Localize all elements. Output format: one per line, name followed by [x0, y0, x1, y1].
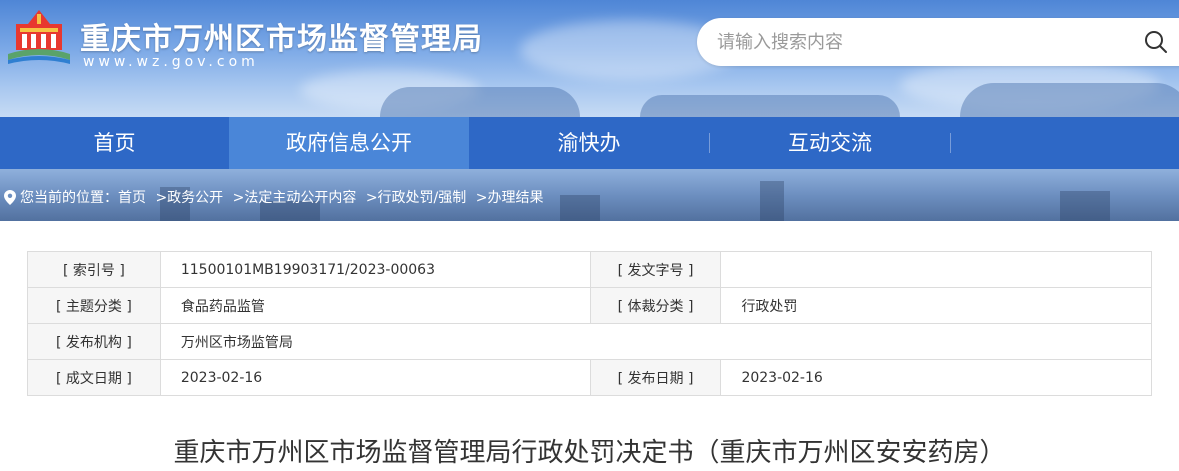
breadcrumb-penalty-enforcement[interactable]: >行政处罚/强制	[366, 187, 466, 207]
breadcrumb: 您当前的位置： 首页 >政务公开 >法定主动公开内容 >行政处罚/强制 >办理结…	[4, 187, 543, 207]
location-pin-icon	[4, 189, 16, 205]
written-date-label: [ 成文日期 ]	[27, 359, 161, 396]
breadcrumb-home[interactable]: 首页	[118, 187, 146, 207]
doc-no-value	[720, 251, 1152, 288]
article-title: 重庆市万州区市场监督管理局行政处罚决定书（重庆市万州区安安药房）	[173, 438, 1006, 468]
site-title[interactable]: 重庆市万州区市场监督管理局	[80, 14, 483, 58]
breadcrumb-gap	[359, 189, 363, 205]
breadcrumb-statutory-disclosure[interactable]: >法定主动公开内容	[233, 187, 357, 207]
search-box	[697, 18, 1179, 66]
nav-item-yukuaiban[interactable]: 渝快办	[469, 117, 709, 169]
index-no-label: [ 索引号 ]	[27, 251, 161, 288]
breadcrumb-gap	[149, 189, 153, 205]
table-row: [ 主题分类 ] 食品药品监管 [ 体裁分类 ] 行政处罚	[27, 287, 1152, 324]
nav-item-gov-info[interactable]: 政府信息公开	[229, 117, 469, 169]
genre-label: [ 体裁分类 ]	[589, 287, 722, 324]
breadcrumb-results[interactable]: >办理结果	[476, 187, 544, 207]
search-icon[interactable]	[1144, 30, 1168, 54]
table-row: [ 索引号 ] 11500101MB19903171/2023-00063 [ …	[27, 251, 1152, 288]
publish-date-value: 2023-02-16	[720, 359, 1152, 396]
breadcrumb-prefix: 您当前的位置：	[20, 190, 118, 206]
breadcrumb-gov-affairs[interactable]: >政务公开	[155, 187, 223, 207]
topic-value: 食品药品监管	[159, 287, 591, 324]
table-row: [ 成文日期 ] 2023-02-16 [ 发布日期 ] 2023-02-16	[27, 359, 1152, 396]
index-no-value: 11500101MB19903171/2023-00063	[159, 251, 591, 288]
issuer-label: [ 发布机构 ]	[27, 323, 161, 360]
doc-no-label: [ 发文字号 ]	[589, 251, 722, 288]
written-date-value: 2023-02-16	[159, 359, 591, 396]
genre-value: 行政处罚	[720, 287, 1152, 324]
publish-date-label: [ 发布日期 ]	[589, 359, 722, 396]
table-row: [ 发布机构 ] 万州区市场监管局	[27, 323, 1153, 360]
breadcrumb-gap	[226, 189, 230, 205]
nav-item-interaction[interactable]: 互动交流	[710, 117, 950, 169]
search-input[interactable]	[717, 28, 1117, 56]
site-url: www.wz.gov.com	[83, 54, 259, 70]
city-emblem-icon[interactable]	[6, 8, 72, 66]
topic-label: [ 主题分类 ]	[27, 287, 161, 324]
nav-divider	[950, 133, 951, 153]
main-nav: 首页 政府信息公开 渝快办 互动交流	[0, 117, 1179, 169]
header-banner: 重庆市万州区市场监督管理局 www.wz.gov.com	[0, 0, 1179, 117]
nav-item-home[interactable]: 首页	[0, 117, 229, 169]
issuer-value: 万州区市场监管局	[159, 323, 1153, 360]
document-info-table: [ 索引号 ] 11500101MB19903171/2023-00063 [ …	[27, 251, 1153, 396]
breadcrumb-gap	[469, 189, 473, 205]
breadcrumb-bar: 您当前的位置： 首页 >政务公开 >法定主动公开内容 >行政处罚/强制 >办理结…	[0, 169, 1179, 221]
